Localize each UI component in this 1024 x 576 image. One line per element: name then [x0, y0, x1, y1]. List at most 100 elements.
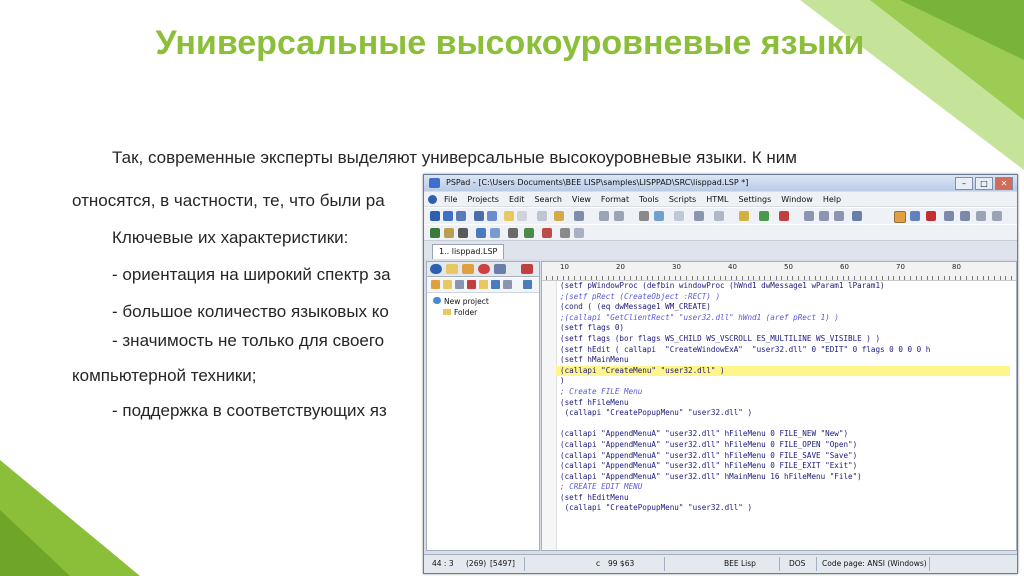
code-line[interactable]: (callapi "AppendMenuA" "user32.dll" hMai…: [560, 472, 1010, 483]
redo-icon[interactable]: [614, 211, 624, 221]
code-line[interactable]: (callapi "AppendMenuA" "user32.dll" hFil…: [560, 429, 1010, 440]
code-line[interactable]: [560, 419, 1010, 430]
new-file-icon[interactable]: [430, 211, 440, 221]
projects-tab-icon[interactable]: [430, 264, 442, 274]
add-folder-icon[interactable]: [443, 280, 452, 289]
stop-icon[interactable]: [779, 211, 789, 221]
list-icon[interactable]: [852, 211, 862, 221]
cancel-icon[interactable]: [542, 228, 552, 238]
menu-view[interactable]: View: [567, 195, 596, 204]
menu-tools[interactable]: Tools: [634, 195, 664, 204]
maximize-button[interactable]: □: [975, 177, 993, 190]
explorer-tab-icon[interactable]: [462, 264, 474, 274]
outline-tab-icon[interactable]: [494, 264, 506, 274]
menu-html[interactable]: HTML: [701, 195, 733, 204]
code-line[interactable]: (callapi "CreatePopupMenu" "user32.dll" …: [560, 503, 1010, 514]
menu-file[interactable]: File: [439, 195, 462, 204]
replace-icon[interactable]: [654, 211, 664, 221]
tree-item-project[interactable]: New project: [433, 296, 489, 307]
code-icon[interactable]: [490, 228, 500, 238]
menu-search[interactable]: Search: [529, 195, 566, 204]
minimize-button[interactable]: –: [955, 177, 973, 190]
properties-icon[interactable]: [503, 280, 512, 289]
window-titlebar[interactable]: PSPad - [C:\Users Documents\BEE LISP\sam…: [424, 175, 1017, 191]
menu-format[interactable]: Format: [596, 195, 634, 204]
code-editor[interactable]: 10 20 30 40 50 60 70 80 (setf pWindowProc (defb…: [541, 261, 1017, 551]
code-line[interactable]: (setf hEdit ( callapi "CreateWindowExA" …: [560, 345, 1010, 356]
remove-icon[interactable]: [467, 280, 476, 289]
close-panel-icon[interactable]: [521, 264, 533, 274]
code-line[interactable]: (callapi "CreateMenu" "user32.dll" ): [556, 365, 1010, 377]
save-icon[interactable]: [474, 211, 484, 221]
highlight-icon[interactable]: [894, 211, 906, 223]
tool-icon[interactable]: [714, 211, 724, 221]
settings-icon[interactable]: [694, 211, 704, 221]
paste-icon[interactable]: [554, 211, 564, 221]
outdent-icon[interactable]: [834, 211, 844, 221]
folder-icon[interactable]: [504, 211, 514, 221]
check-icon[interactable]: [759, 211, 769, 221]
close-button[interactable]: ✕: [995, 177, 1013, 190]
code-line[interactable]: (callapi "AppendMenuA" "user32.dll" hFil…: [560, 440, 1010, 451]
refresh-icon[interactable]: [491, 280, 500, 289]
option2-icon[interactable]: [960, 211, 970, 221]
code-line[interactable]: (callapi "AppendMenuA" "user32.dll" hFil…: [560, 451, 1010, 462]
menu-scripts[interactable]: Scripts: [664, 195, 701, 204]
add-project-icon[interactable]: [431, 280, 440, 289]
menu-help[interactable]: Help: [818, 195, 846, 204]
option3-icon[interactable]: [976, 211, 986, 221]
code-line[interactable]: (setf pWindowProc (defbin windowProc (hW…: [560, 281, 1010, 292]
open-folder-icon[interactable]: [479, 280, 488, 289]
code-line[interactable]: (setf flags 0): [560, 323, 1010, 334]
indent-icon[interactable]: [819, 211, 829, 221]
tree-item-folder[interactable]: Folder: [433, 307, 489, 318]
code-line[interactable]: ; CREATE EDIT MENU: [560, 482, 1010, 493]
code-line[interactable]: (setf hEditMenu: [560, 493, 1010, 504]
tab-icon[interactable]: [476, 228, 486, 238]
project-settings-icon[interactable]: [523, 280, 532, 289]
compile-icon[interactable]: [508, 228, 518, 238]
find-icon[interactable]: [639, 211, 649, 221]
more-icon[interactable]: [574, 228, 584, 238]
chevron-down-icon[interactable]: [992, 211, 1002, 221]
code-line[interactable]: (cond ( (eq dwMessage1 WM_CREATE): [560, 302, 1010, 313]
print-icon[interactable]: [574, 211, 584, 221]
menu-projects[interactable]: Projects: [462, 195, 504, 204]
save-all-icon[interactable]: [487, 211, 497, 221]
error-icon[interactable]: [926, 211, 936, 221]
add-file-icon[interactable]: [455, 280, 464, 289]
code-line[interactable]: (setf flags (bor flags WS_CHILD WS_VSCRO…: [560, 334, 1010, 345]
option-icon[interactable]: [944, 211, 954, 221]
code-line[interactable]: ; Create FILE Menu: [560, 387, 1010, 398]
code-line[interactable]: ): [560, 376, 1010, 387]
bookmark-icon[interactable]: [739, 211, 749, 221]
ok-icon[interactable]: [524, 228, 534, 238]
wrap-icon[interactable]: [804, 211, 814, 221]
code-text[interactable]: (setf pWindowProc (defbin windowProc (hW…: [556, 281, 1010, 514]
copy-icon[interactable]: [517, 211, 527, 221]
run-icon[interactable]: [430, 228, 440, 238]
code-line[interactable]: ;(callapi "GetClientRect" "user32.dll" h…: [560, 313, 1010, 324]
code-line[interactable]: ;(setf pRect (CreateObject :RECT) ): [560, 292, 1010, 303]
script-icon[interactable]: [458, 228, 468, 238]
menu-settings[interactable]: Settings: [733, 195, 776, 204]
files-tab-icon[interactable]: [446, 264, 458, 274]
code-line[interactable]: (callapi "CreatePopupMenu" "user32.dll" …: [560, 408, 1010, 419]
cut-icon[interactable]: [537, 211, 547, 221]
menu-window[interactable]: Window: [776, 195, 818, 204]
menu-edit[interactable]: Edit: [504, 195, 530, 204]
view-icon[interactable]: [910, 211, 920, 221]
code-line[interactable]: (setf hFileMenu: [560, 398, 1010, 409]
tag-icon[interactable]: [444, 228, 454, 238]
help-icon[interactable]: [560, 228, 570, 238]
format-icon[interactable]: [674, 211, 684, 221]
code-line[interactable]: (callapi "AppendMenuA" "user32.dll" hFil…: [560, 461, 1010, 472]
ruler-tick: [764, 276, 765, 280]
code-line[interactable]: (setf hMainMenu: [560, 355, 1010, 366]
ruler-tick: [882, 276, 883, 280]
tab-lisppad[interactable]: 1.. lisppad.LSP: [432, 244, 505, 259]
open-project-icon[interactable]: [456, 211, 466, 221]
favorites-tab-icon[interactable]: [478, 264, 490, 274]
undo-icon[interactable]: [599, 211, 609, 221]
open-icon[interactable]: [443, 211, 453, 221]
